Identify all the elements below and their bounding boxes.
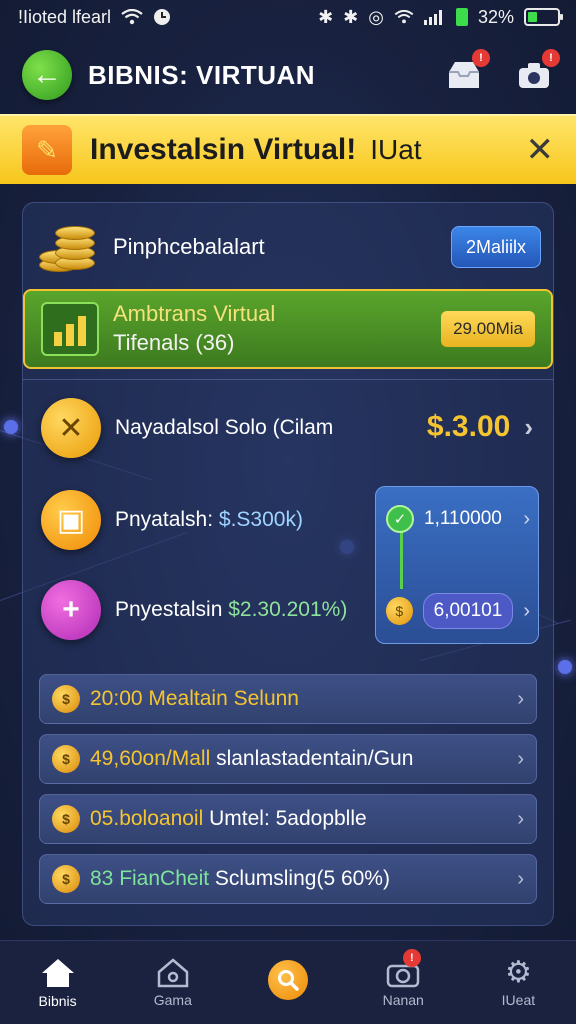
tag-icon: ✎ [22, 125, 72, 175]
alarm-icon: ◎ [368, 6, 384, 27]
step-value: 1,110000 [424, 508, 502, 529]
arrow-left-icon: ← [32, 58, 62, 91]
coin-icon: $ [52, 745, 80, 773]
nav-label: Nanan [382, 991, 424, 1008]
home-icon [41, 958, 74, 987]
bluetooth-icon: ✱ [318, 6, 334, 27]
coin-icon: $ [52, 805, 80, 833]
list-item-text: 05.boloanoil Umtel: 5adopblle [90, 807, 367, 830]
progress-card[interactable]: ✓ 1,110000 › $ 6,00101 › [375, 486, 539, 644]
banner-title: Investalsin Virtual! [90, 133, 357, 166]
coin-icon: $ [386, 597, 413, 625]
chevron-right-icon: › [524, 411, 533, 442]
chevron-right-icon: › [523, 599, 530, 622]
wallet-icon: ▣ [41, 490, 101, 550]
investment-panel: Pinphcebalalart 2Maliilx Ambtrans Virtua… [22, 202, 554, 926]
balance-label: Pinphcebalalart [113, 234, 265, 259]
chevron-right-icon: › [517, 747, 524, 770]
amount-value: $.3.00 [426, 410, 511, 443]
nav-search[interactable] [230, 941, 345, 1024]
list-item-text: 49,60on/Mall slanlastadentain/Gun [90, 747, 414, 770]
search-icon [268, 959, 308, 1000]
plus-icon: + [41, 580, 101, 640]
battery-saver-icon [455, 8, 468, 26]
card-amount-pill[interactable]: 29.00Mia [441, 311, 535, 347]
investment-list: ✕ Nayadalsol Solo (Cilam $.3.00 › ▣ Pnya… [23, 379, 553, 925]
camera-button[interactable]: ! [514, 49, 560, 95]
nav-label: Gama [153, 991, 192, 1008]
nav-home[interactable]: Bibnis [0, 941, 115, 1024]
wifi-icon [394, 10, 414, 24]
inbox-button[interactable]: ! [444, 49, 490, 95]
app-header: ← BIBNIS: VIRTUAN ! ! [0, 44, 576, 106]
game-icon [157, 957, 189, 987]
bluetooth-icon: ✱ [343, 6, 359, 27]
chevron-right-icon: › [517, 687, 524, 710]
nav-camera[interactable]: ! Nanan [346, 941, 461, 1024]
notification-badge: ! [542, 49, 560, 67]
nav-game[interactable]: Gama [115, 941, 230, 1024]
progress-connector [400, 529, 403, 589]
back-button[interactable]: ← [22, 50, 72, 100]
investment-row[interactable]: + Pnyestalsin $2.30.201%) [41, 578, 347, 642]
nav-label: Bibnis [38, 992, 77, 1009]
coins-icon [35, 220, 97, 274]
network-node [4, 420, 18, 434]
notification-badge: ! [402, 949, 421, 967]
nav-label: IUeat [501, 991, 536, 1008]
card-title: Ambtrans Virtual [113, 301, 276, 327]
list-item-text: 20:00 Mealtain Selunn [90, 687, 299, 710]
coin-icon: $ [52, 685, 80, 713]
chevron-right-icon: › [517, 867, 524, 890]
card-subtitle: Tifenals (36) [113, 330, 235, 355]
investment-amount[interactable]: $.3.00 › [427, 410, 533, 444]
network-node [558, 660, 572, 674]
promo-banner[interactable]: ✎ Investalsin Virtual! IUat ✕ [0, 114, 576, 184]
close-icon[interactable]: ✕ [526, 130, 555, 170]
page-title: BIBNIS: VIRTUAN [88, 59, 316, 90]
list-item[interactable]: $ 20:00 Mealtain Selunn › [39, 674, 537, 724]
investment-label: Nayadalsol Solo (Cilam [115, 416, 334, 439]
balance-button[interactable]: 2Maliilx [450, 226, 541, 268]
investment-icon: ✕ [41, 398, 101, 458]
wifi-icon [121, 9, 143, 25]
notification-badge: ! [472, 49, 490, 67]
virtual-account-card[interactable]: Ambtrans Virtual Tifenals (36) 29.00Mia [23, 289, 553, 369]
progress-step-top: ✓ 1,110000 › [386, 505, 530, 533]
list-item-text: 83 FianCheit Sclumsling(5 60%) [90, 867, 390, 890]
list-item[interactable]: $ 83 FianCheit Sclumsling(5 60%) › [39, 854, 537, 904]
investment-row[interactable]: ▣ Pnyatalsh: $.S300k) [41, 488, 303, 552]
chart-growth-icon [41, 302, 99, 356]
investment-label: Pnyestalsin $2.30.201%) [115, 598, 348, 621]
investment-label: Pnyatalsh: $.S300k) [115, 508, 303, 531]
balance-row: Pinphcebalalart 2Maliilx [35, 217, 541, 277]
step-value: 6,00101 [422, 593, 514, 629]
carrier-text: !Iioted lfearl [18, 6, 112, 27]
nav-settings[interactable]: ⚙ IUeat [461, 941, 576, 1024]
list-item[interactable]: $ 05.boloanoil Umtel: 5adopblle › [39, 794, 537, 844]
battery-icon [524, 8, 563, 26]
gear-icon: ⚙ [504, 955, 532, 989]
list-item[interactable]: $ 49,60on/Mall slanlastadentain/Gun › [39, 734, 537, 784]
check-icon: ✓ [386, 505, 414, 533]
status-bar: !Iioted lfearl ✱ ✱ ◎ 32% [0, 0, 576, 34]
chevron-right-icon: › [517, 807, 524, 830]
banner-suffix: IUat [370, 134, 422, 165]
coin-icon: $ [52, 865, 80, 893]
clock-icon [154, 9, 171, 25]
progress-step-bottom: $ 6,00101 › [386, 593, 530, 629]
chevron-right-icon: › [523, 507, 530, 530]
investment-row[interactable]: ✕ Nayadalsol Solo (Cilam [41, 396, 333, 460]
signal-icon [423, 10, 442, 25]
battery-text: 32% [477, 6, 514, 27]
bottom-navigation: Bibnis Gama ! Nanan ⚙ IUeat [0, 940, 576, 1024]
